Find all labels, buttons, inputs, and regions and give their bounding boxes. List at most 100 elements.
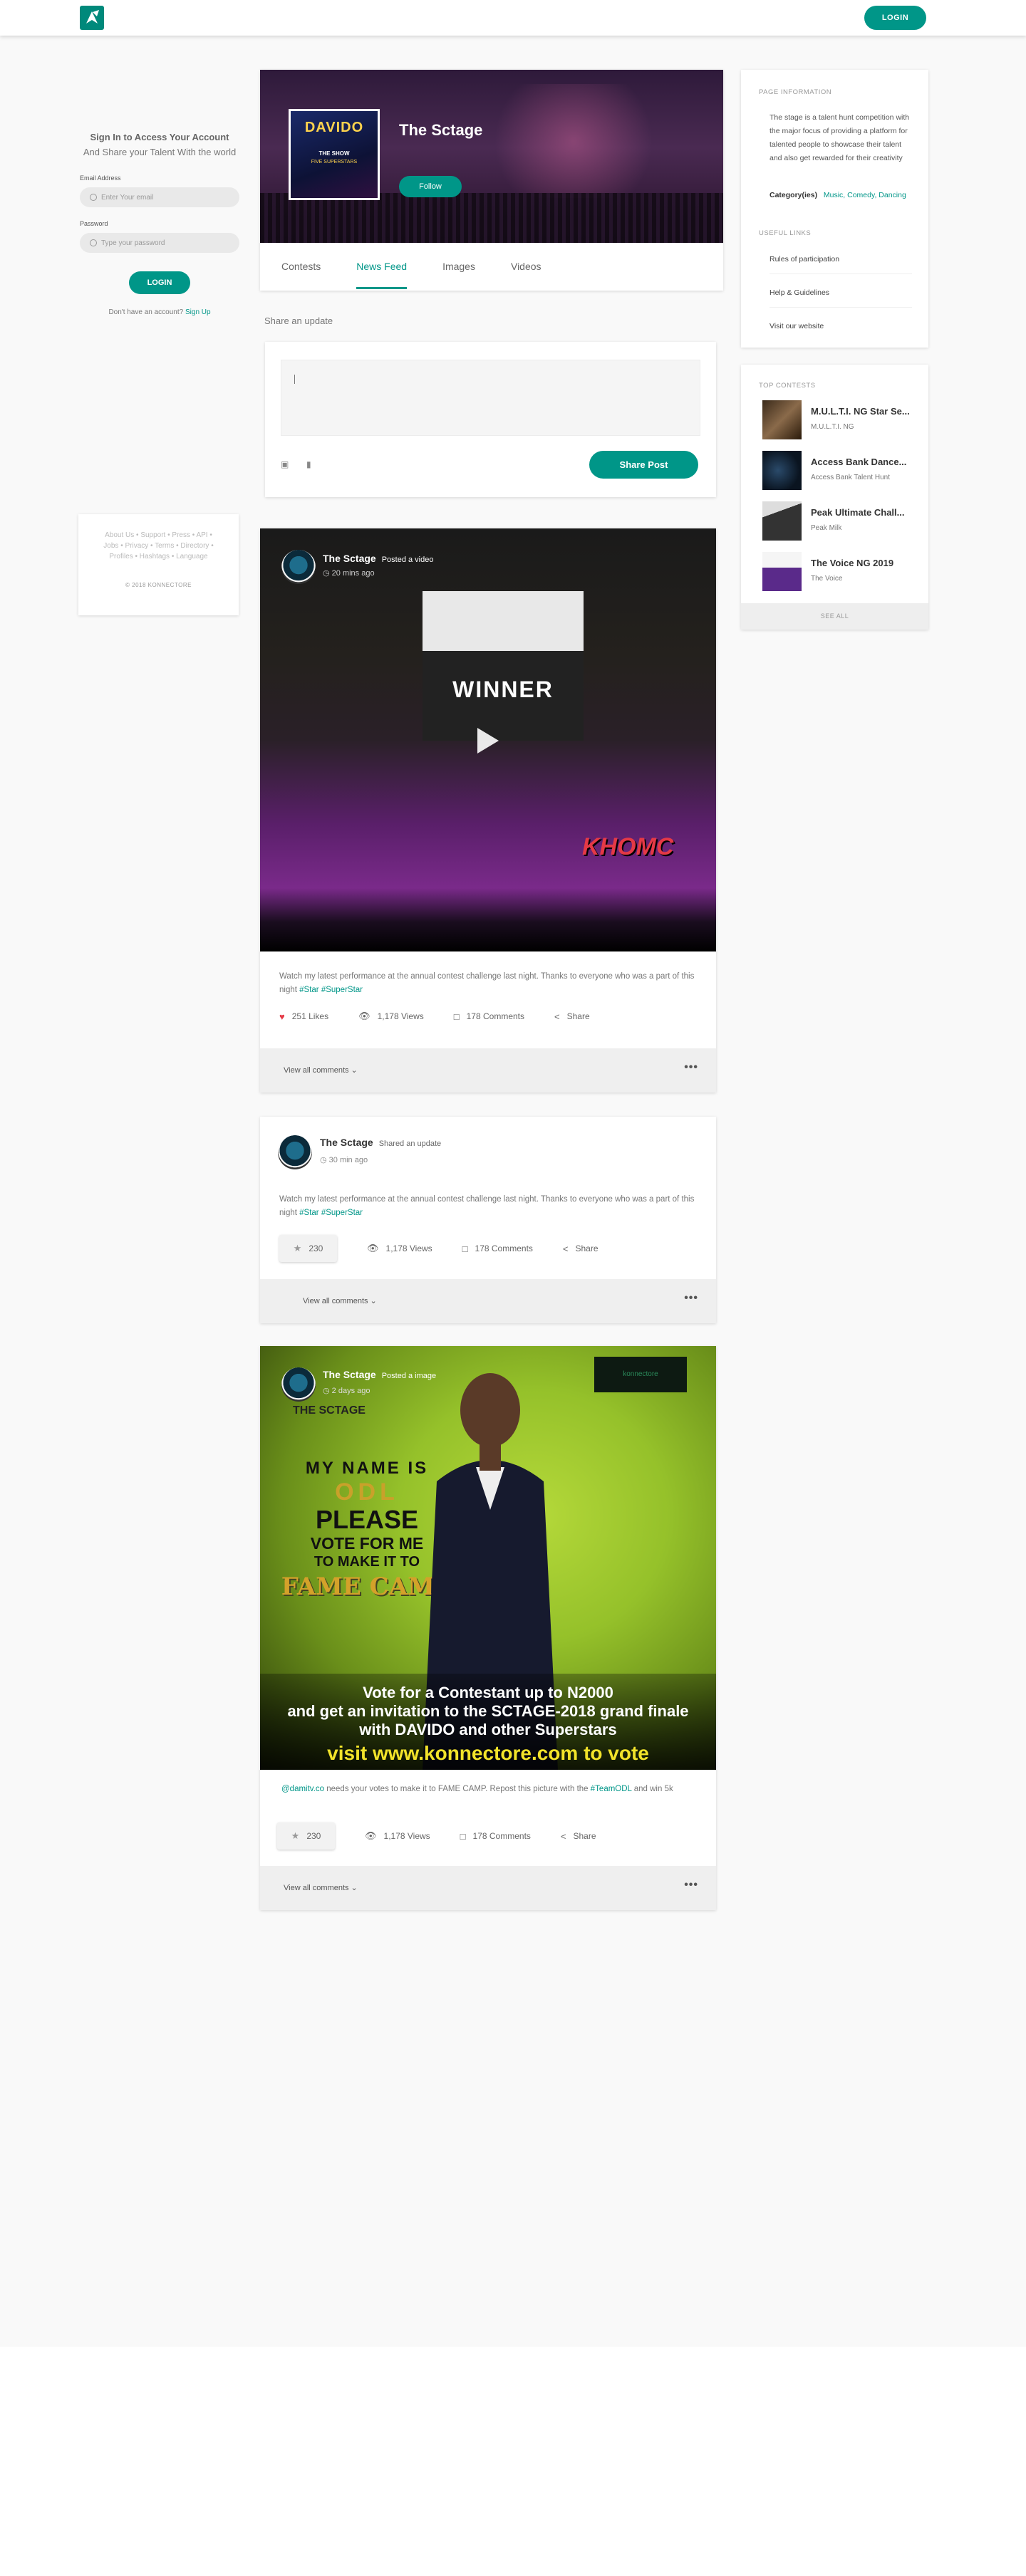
- contest-item[interactable]: Access Bank Dance... Access Bank Talent …: [762, 451, 919, 490]
- view-all-comments[interactable]: View all comments ⌄: [284, 1883, 358, 1892]
- post-author[interactable]: The Sctage Shared an update: [320, 1137, 441, 1148]
- login-subtitle: And Share your Talent With the world: [83, 147, 237, 157]
- like-button[interactable]: ★ 230: [279, 1235, 337, 1262]
- time-text: 20 mins ago: [331, 569, 375, 578]
- post-author[interactable]: The Sctage Posted a video: [323, 553, 433, 564]
- image-upload-icon[interactable]: ▣: [281, 459, 289, 469]
- password-field[interactable]: Type your password: [80, 233, 239, 253]
- post-text: Watch my latest performance at the annua…: [279, 970, 700, 997]
- winner-text: WINNER: [452, 677, 554, 702]
- follow-button[interactable]: Follow: [399, 176, 462, 197]
- link-rules[interactable]: Rules of participation: [770, 241, 912, 274]
- profile-poster[interactable]: DAVIDO THE SHOW FIVE SUPERSTARS: [289, 109, 380, 200]
- top-contests-heading: TOP CONTESTS: [759, 382, 816, 390]
- view-all-comments[interactable]: View all comments ⌄: [284, 1065, 358, 1075]
- more-options-icon[interactable]: •••: [684, 1061, 698, 1074]
- share-button[interactable]: < Share: [554, 1011, 590, 1022]
- copyright: © 2018 KONNECTORE: [125, 582, 192, 588]
- video-screen: WINNER: [423, 591, 584, 741]
- avatar[interactable]: [281, 550, 316, 584]
- contest-title: Access Bank Dance...: [811, 457, 907, 467]
- password-label: Password: [80, 220, 108, 227]
- contest-item[interactable]: M.U.L.T.I. NG Star Se... M.U.L.T.I. NG: [762, 400, 919, 439]
- page-information-card: PAGE INFORMATION The stage is a talent h…: [741, 70, 928, 348]
- video-upload-icon[interactable]: ▮: [306, 459, 311, 469]
- composer-input[interactable]: [281, 360, 700, 436]
- share-icon: <: [562, 1243, 569, 1254]
- contest-item[interactable]: Peak Ultimate Chall... Peak Milk: [762, 501, 919, 541]
- login-title: Sign In to Access Your Account: [90, 132, 229, 142]
- email-field[interactable]: Enter Your email: [80, 187, 239, 207]
- comments-count: 178 Comments: [472, 1831, 531, 1841]
- view-all-comments[interactable]: View all comments ⌄: [303, 1296, 377, 1305]
- konnectore-logo[interactable]: [80, 6, 104, 30]
- no-account-text: Don't have an account?: [108, 308, 184, 316]
- more-options-icon[interactable]: •••: [684, 1879, 698, 1892]
- post-body: needs your votes to make it to FAME CAMP…: [326, 1785, 589, 1793]
- contest-thumbnail: [762, 501, 802, 541]
- banner-line-1: Vote for a Contestant up to N2000: [363, 1684, 613, 1701]
- views-count: 1,178 Views: [383, 1831, 430, 1841]
- play-icon[interactable]: [477, 728, 499, 753]
- post-image-media[interactable]: THE SCTAGE konnectore MY NAME IS ODL PLE…: [260, 1346, 716, 1770]
- tab-images[interactable]: Images: [442, 243, 475, 291]
- time-text: 2 days ago: [331, 1387, 370, 1395]
- like-button[interactable]: ★ 230: [277, 1823, 335, 1850]
- stage-lights: [467, 84, 680, 198]
- tab-videos[interactable]: Videos: [511, 243, 542, 291]
- author-name: The Sctage: [323, 553, 376, 564]
- post-tags[interactable]: #TeamODL: [591, 1785, 632, 1793]
- category-values[interactable]: Music, Comedy, Dancing: [824, 191, 906, 199]
- banner-line-4: visit www.konnectore.com to vote: [327, 1742, 649, 1764]
- email-placeholder: Enter Your email: [101, 193, 154, 202]
- page-description: The stage is a talent hunt competition w…: [770, 113, 910, 162]
- post-mention[interactable]: @damitv.co: [281, 1785, 324, 1793]
- page-categories: Category(ies) Music, Comedy, Dancing: [770, 191, 906, 199]
- tab-news-feed[interactable]: News Feed: [356, 243, 408, 289]
- sctage-mark: THE SCTAGE: [293, 1404, 366, 1417]
- login-panel: Sign In to Access Your Account And Share…: [80, 132, 239, 316]
- top-header: LOGIN: [0, 0, 1026, 36]
- footer-links[interactable]: About Us • Support • Press • API • Jobs …: [78, 514, 239, 562]
- profile-tabs: Contests News Feed Images Videos: [260, 243, 723, 291]
- see-all-button[interactable]: SEE ALL: [741, 603, 928, 630]
- header-login-button[interactable]: LOGIN: [864, 6, 926, 30]
- post-tags[interactable]: #Star #SuperStar: [299, 986, 363, 994]
- poster-line1: THE SHOW: [318, 150, 350, 157]
- comment-icon: □: [453, 1011, 460, 1022]
- more-options-icon[interactable]: •••: [684, 1292, 698, 1305]
- share-label: Share: [566, 1011, 590, 1021]
- share-button[interactable]: < Share: [563, 1243, 598, 1254]
- share-icon: <: [554, 1011, 560, 1022]
- post-text: Watch my latest performance at the annua…: [279, 1193, 700, 1220]
- login-button[interactable]: LOGIN: [129, 271, 190, 294]
- link-website[interactable]: Visit our website: [770, 308, 912, 341]
- post-stats: ★ 230 👁 1,178 Views □ 178 Comments < Share: [277, 1823, 626, 1850]
- like-button[interactable]: ♥ 251 Likes: [279, 1011, 328, 1022]
- contest-item[interactable]: The Voice NG 2019 The Voice: [762, 552, 919, 591]
- star-icon: ★: [291, 1830, 300, 1841]
- post-footer: View all comments ⌄ •••: [260, 1279, 716, 1323]
- tab-contests[interactable]: Contests: [281, 243, 321, 291]
- star-icon: ★: [293, 1243, 302, 1253]
- post-action: Posted a image: [381, 1372, 437, 1380]
- comments-button[interactable]: □ 178 Comments: [460, 1831, 531, 1842]
- post-video-media[interactable]: WINNER KHOMC: [260, 528, 716, 951]
- page-bottom-area: [0, 2347, 1026, 2576]
- poster-line2: FIVE SUPERSTARS: [311, 160, 358, 165]
- comments-button[interactable]: □ 178 Comments: [462, 1243, 533, 1254]
- avatar[interactable]: [281, 1367, 316, 1402]
- password-placeholder: Type your password: [101, 239, 165, 247]
- share-post-button[interactable]: Share Post: [589, 451, 698, 479]
- share-button[interactable]: < Share: [561, 1831, 596, 1842]
- profile-card: DAVIDO THE SHOW FIVE SUPERSTARS The Scta…: [260, 70, 723, 291]
- avatar[interactable]: [278, 1135, 312, 1169]
- link-help[interactable]: Help & Guidelines: [770, 274, 912, 308]
- comments-button[interactable]: □ 178 Comments: [454, 1011, 524, 1022]
- post-tags[interactable]: #Star #SuperStar: [299, 1209, 363, 1217]
- post-action: Posted a video: [381, 556, 434, 564]
- share-label: Share: [575, 1243, 598, 1253]
- post-author[interactable]: The Sctage Posted a image: [323, 1369, 436, 1380]
- eye-icon: 👁: [365, 1830, 377, 1841]
- signup-link[interactable]: Sign Up: [185, 308, 211, 316]
